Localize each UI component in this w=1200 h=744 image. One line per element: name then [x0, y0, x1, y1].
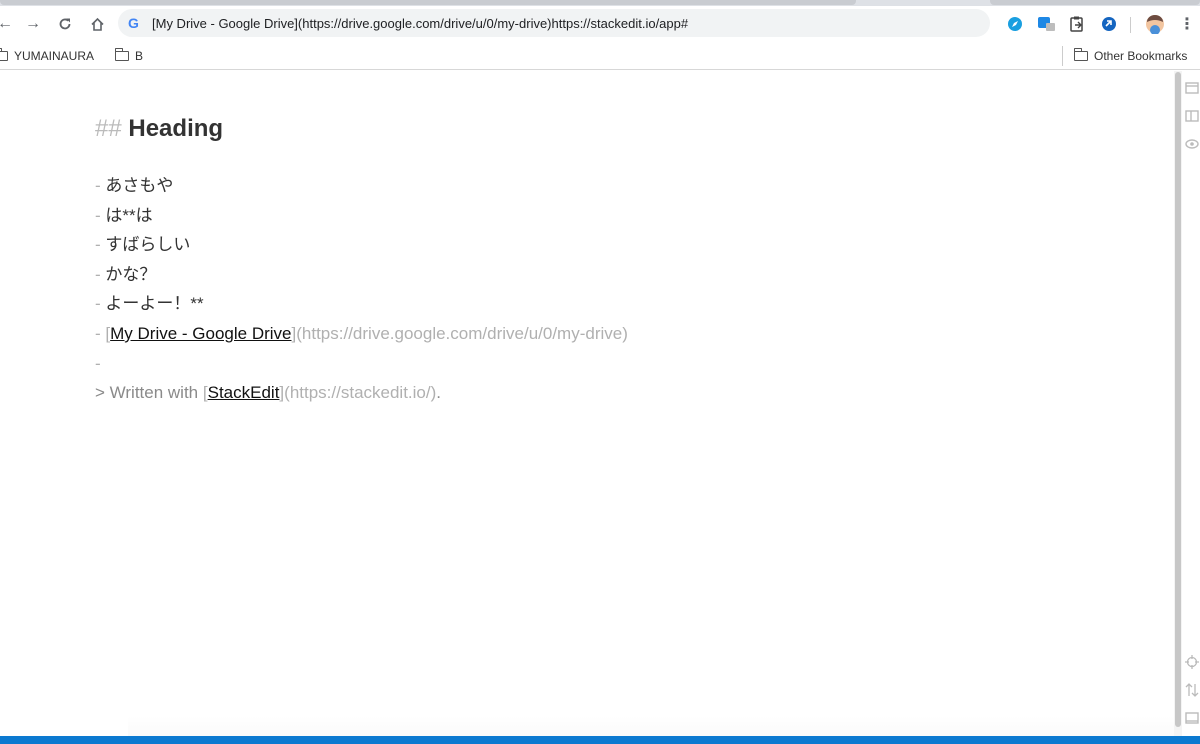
side-sync-scroll-icon[interactable]: [1184, 682, 1200, 698]
folder-icon: [1074, 48, 1088, 61]
list-item-text: は**は: [105, 205, 153, 225]
list-item-empty: -: [95, 349, 1095, 379]
list-marker: -: [95, 323, 101, 343]
quote-prefix: > Written with: [95, 383, 203, 403]
heading-marker: ##: [95, 115, 122, 142]
extension-arrow-circle-icon[interactable]: [1098, 13, 1120, 35]
tab-inactive[interactable]: [0, 0, 856, 5]
status-bar: [0, 736, 1200, 744]
bookmark-label: B: [135, 49, 144, 63]
editor-bottom-fade: [128, 716, 1174, 736]
list-marker: -: [95, 353, 101, 373]
bookmarks-divider: [1062, 46, 1063, 66]
reload-icon[interactable]: [54, 13, 76, 35]
extension-compass-icon[interactable]: [1004, 13, 1026, 35]
address-bar[interactable]: G [My Drive - Google Drive](https://driv…: [118, 9, 990, 37]
forward-arrow-icon[interactable]: →: [22, 13, 44, 35]
list-item-text: あさもや: [105, 176, 174, 195]
extension-clipboard-icon[interactable]: [1066, 13, 1088, 35]
toolbar-divider: [1130, 17, 1131, 33]
drive-link[interactable]: My Drive - Google Drive: [110, 324, 291, 343]
home-icon[interactable]: [86, 13, 108, 35]
folder-icon: [0, 48, 8, 61]
side-eye-icon[interactable]: [1184, 136, 1200, 152]
extension-translate-icon[interactable]: [1036, 13, 1058, 35]
side-preview-icon[interactable]: [1184, 80, 1200, 96]
heading-line: ## Heading: [95, 111, 1095, 147]
editor-content[interactable]: ## Heading - あさもや - は**は - すばらしい - かな？ -…: [95, 111, 1095, 408]
side-status-bar-icon[interactable]: [1184, 710, 1200, 726]
link-url: (https://drive.google.com/drive/u/0/my-d…: [296, 323, 628, 343]
scrollbar-thumb[interactable]: [1175, 72, 1181, 727]
list-item: - すばらしい: [95, 230, 1095, 260]
stackedit-link[interactable]: StackEdit: [208, 383, 280, 402]
heading-text: Heading: [128, 115, 224, 142]
list-item: - あさもや: [95, 171, 1095, 201]
other-bookmarks-label: Other Bookmarks: [1094, 49, 1188, 63]
list-item-text: かな？: [105, 264, 157, 284]
profile-avatar[interactable]: [1144, 13, 1166, 35]
bookmarks-bar: YUMAINAURA B Other Bookmarks: [0, 42, 1200, 70]
list-marker: -: [95, 205, 101, 225]
list-item-text: すばらしい: [105, 235, 191, 255]
back-arrow-icon[interactable]: ←: [0, 13, 16, 35]
markdown-editor[interactable]: ## Heading - あさもや - は**は - すばらしい - かな？ -…: [0, 71, 1174, 736]
menu-kebab-icon[interactable]: ⋮: [1176, 13, 1198, 35]
side-split-view-icon[interactable]: [1184, 108, 1200, 124]
other-bookmarks[interactable]: Other Bookmarks: [1074, 47, 1187, 65]
quote-suffix: .: [436, 383, 442, 403]
bookmark-folder-b[interactable]: B: [115, 47, 143, 65]
bookmark-folder-yumainaura[interactable]: YUMAINAURA: [0, 47, 94, 65]
address-text: [My Drive - Google Drive](https://drive.…: [152, 15, 689, 31]
side-crosshair-icon[interactable]: [1184, 654, 1200, 670]
blockquote-line: > Written with [StackEdit](https://stack…: [95, 378, 1095, 408]
link-url: (https://stackedit.io/): [284, 383, 437, 403]
list-marker: -: [95, 264, 101, 284]
list-marker: -: [95, 294, 101, 314]
google-g-icon: G: [128, 15, 139, 31]
tab-inactive-right[interactable]: [990, 0, 1200, 5]
list-item: - かな？: [95, 260, 1095, 290]
list-item: - は**は: [95, 201, 1095, 231]
list-item: - よーよー！**: [95, 289, 1095, 319]
list-item-text: よーよー！**: [105, 294, 204, 314]
folder-icon: [115, 48, 129, 61]
list-item-link: - [My Drive - Google Drive](https://driv…: [95, 319, 1095, 349]
browser-toolbar: ← → G [My Drive - Google Drive](https://…: [0, 6, 1200, 42]
bookmark-label: YUMAINAURA: [14, 49, 95, 63]
list-marker: -: [95, 176, 101, 195]
list-marker: -: [95, 235, 101, 255]
